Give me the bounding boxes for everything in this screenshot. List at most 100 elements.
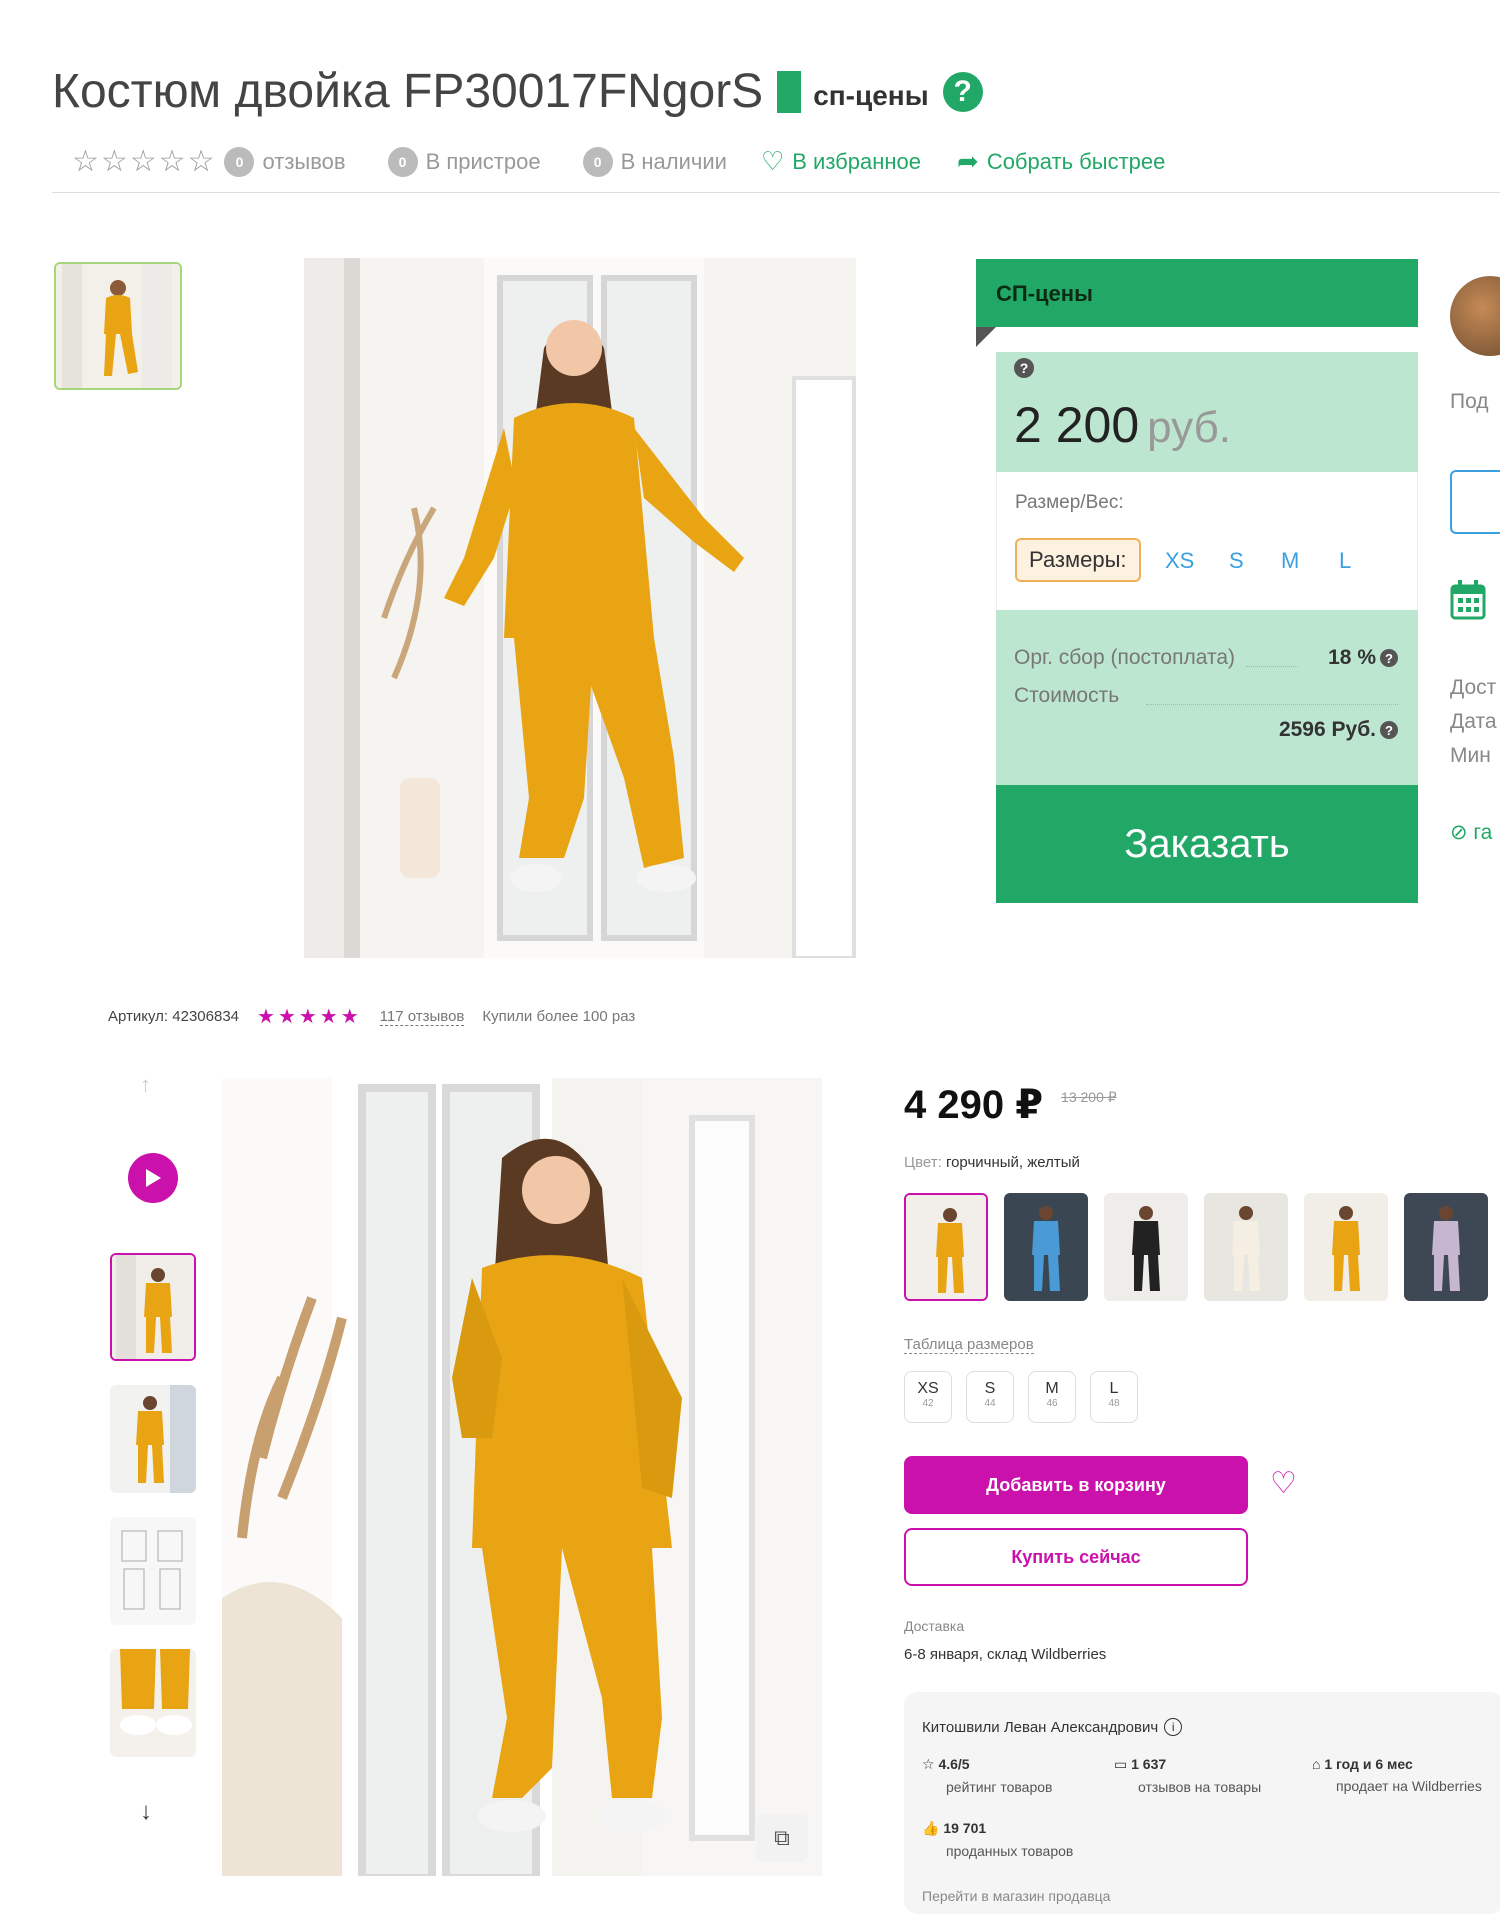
comment-icon: ▭ — [1114, 1756, 1128, 1772]
wb-thumbnail-3[interactable] — [110, 1517, 196, 1625]
shop-icon: ⌂ — [1312, 1756, 1321, 1772]
delivery-label: Доставка — [904, 1618, 965, 1634]
collect-faster-link[interactable]: ➦ Собрать быстрее — [957, 146, 1165, 177]
play-icon — [146, 1169, 161, 1187]
seller-rating-value: 4.6/5 — [938, 1756, 970, 1772]
size-code: M — [1045, 1380, 1059, 1397]
rating-group[interactable]: ☆☆☆☆☆ 0 отзывов — [72, 144, 346, 179]
size-code: L — [1109, 1380, 1119, 1397]
seller-age-value: 1 год и 6 мес — [1324, 1756, 1413, 1772]
wb-size-m[interactable]: M 46 — [1028, 1371, 1076, 1423]
color-swatch-black[interactable] — [1104, 1193, 1188, 1301]
add-to-cart-button[interactable]: Добавить в корзину — [904, 1456, 1248, 1514]
wb-old-price: 13 200 ₽ — [1061, 1089, 1117, 1105]
size-table-link[interactable]: Таблица размеров — [904, 1336, 1034, 1354]
fee-summary: Орг. сбор (постоплата) 18 %? Стоимость 2… — [996, 610, 1418, 785]
size-option-s[interactable]: S — [1229, 548, 1244, 574]
thumbs-up-icon: 👍 — [922, 1820, 940, 1836]
dotted-leader — [1246, 666, 1298, 667]
add-to-favorites-link[interactable]: ♡ В избранное — [761, 146, 921, 177]
wb-meta-row: Артикул: 42306834 ★★★★★ 117 отзывов Купи… — [108, 1004, 635, 1029]
header-ribbon-notch — [976, 327, 996, 347]
seller-sold-label: проданных товаров — [946, 1843, 1074, 1859]
price-help-icon[interactable]: ? — [1014, 358, 1034, 378]
color-swatch-mustard-2[interactable] — [1304, 1193, 1388, 1301]
seller-name[interactable]: Китошвили Леван Александрович — [922, 1719, 1158, 1736]
sp-prices-label: сп-цены — [813, 79, 929, 111]
seller-store-link[interactable]: Перейти в магазин продавца — [922, 1888, 1110, 1904]
article-label: Артикул: — [108, 1008, 169, 1025]
seller-age-stat: ⌂ 1 год и 6 мес продает на Wildberries — [1312, 1756, 1482, 1794]
organizer-avatar[interactable] — [1450, 276, 1500, 356]
wb-bought-count: Купили более 100 раз — [482, 1008, 636, 1025]
seller-sold-value: 19 701 — [943, 1820, 987, 1836]
cost-value-text: 2596 Руб. — [1278, 718, 1376, 741]
cost-label: Стоимость — [1014, 684, 1120, 707]
org-fee-label: Орг. сбор (постоплата) — [1014, 646, 1236, 669]
org-fee-help-icon[interactable]: ? — [1380, 649, 1398, 667]
delivery-value: 6-8 января, склад Wildberries — [904, 1646, 1107, 1663]
favorites-label: В избранное — [792, 148, 922, 174]
wb-price: 4 290 ₽ 13 200 ₽ — [904, 1082, 1117, 1128]
size-code: S — [984, 1380, 996, 1397]
price-amount: 2 200 — [1014, 397, 1140, 453]
reviews-label: отзывов — [262, 148, 346, 174]
star-outline-icon: ☆ — [922, 1756, 935, 1772]
seller-rating-stat: ☆ 4.6/5 рейтинг товаров — [922, 1756, 1052, 1795]
size-ru: 42 — [922, 1398, 934, 1409]
size-option-xs[interactable]: XS — [1165, 548, 1194, 574]
wb-size-xs[interactable]: XS 42 — [904, 1371, 952, 1423]
help-icon[interactable]: ? — [942, 71, 983, 112]
sizes-button[interactable]: Размеры: — [1015, 538, 1141, 582]
color-swatch-blue[interactable] — [1004, 1193, 1088, 1301]
wb-thumbnail-1[interactable] — [110, 1253, 196, 1361]
order-button[interactable]: Заказать — [996, 785, 1418, 903]
wb-reviews-link[interactable]: 117 отзывов — [379, 1008, 465, 1026]
product-title: Костюм двойка FP30017FNgorS — [52, 65, 764, 118]
size-ru: 44 — [984, 1398, 996, 1409]
page-title: Костюм двойка FP30017FNgorS сп-цены ? — [52, 64, 983, 119]
thumbs-scroll-up-icon[interactable]: ↑ — [140, 1072, 151, 1098]
color-swatch-lilac[interactable] — [1404, 1193, 1488, 1301]
product-main-photo[interactable] — [304, 258, 856, 960]
calendar-icon — [1450, 580, 1486, 620]
sp-prices-header: СП-цены — [976, 259, 1418, 327]
edge-button[interactable] — [1450, 470, 1500, 534]
wb-color-value: горчичный, желтый — [945, 1154, 1080, 1171]
in-build-label: В пристрое — [425, 148, 541, 174]
wb-thumbnail-4[interactable] — [110, 1649, 196, 1757]
color-swatch-mustard[interactable] — [904, 1193, 988, 1301]
in-build-count-badge: 0 — [387, 146, 418, 177]
wb-current-price: 4 290 ₽ — [904, 1083, 1044, 1127]
seller-reviews-label: отзывов на товары — [1138, 1779, 1262, 1795]
size-selector: Размер/Вес: Размеры: XS S M L — [996, 472, 1418, 610]
edge-green-text: ⊘ га — [1450, 821, 1493, 844]
cost-help-icon[interactable]: ? — [1380, 721, 1398, 739]
wb-main-photo[interactable] — [222, 1078, 822, 1882]
color-swatch-milk[interactable] — [1204, 1193, 1288, 1301]
info-icon[interactable]: i — [1164, 1718, 1183, 1736]
zoom-icon[interactable]: ⧉ — [756, 1814, 808, 1862]
size-option-m[interactable]: M — [1281, 548, 1299, 574]
org-fee-value-text: 18 % — [1328, 646, 1376, 669]
collect-faster-label: Собрать быстрее — [986, 148, 1166, 174]
rating-stars-icon[interactable]: ☆☆☆☆☆ — [72, 144, 216, 179]
header-divider — [52, 192, 1500, 193]
wb-size-l[interactable]: L 48 — [1090, 1371, 1138, 1423]
thumbs-scroll-down-icon[interactable]: ↓ — [140, 1798, 152, 1826]
buy-now-button[interactable]: Купить сейчас — [904, 1528, 1248, 1586]
seller-sold-stat: 👍 19 701 проданных товаров — [922, 1820, 1073, 1859]
play-video-button[interactable] — [128, 1153, 178, 1203]
cost-value: 2596 Руб.? — [1279, 718, 1398, 742]
wb-size-s[interactable]: S 44 — [966, 1371, 1014, 1423]
reviews-count-badge: 0 — [224, 146, 255, 177]
size-option-l[interactable]: L — [1339, 548, 1351, 574]
gallery-thumbnail[interactable] — [54, 262, 182, 390]
favorite-heart-icon[interactable]: ♡ — [1270, 1466, 1297, 1501]
wb-thumbnail-2[interactable] — [110, 1385, 196, 1493]
size-ru: 48 — [1108, 1398, 1120, 1409]
wb-color-label: Цвет: — [904, 1154, 942, 1171]
price-value: 2 200 руб. — [1014, 396, 1231, 454]
org-fee-value: 18 %? — [1328, 646, 1398, 670]
wb-color-row: Цвет: горчичный, желтый — [904, 1154, 1080, 1171]
